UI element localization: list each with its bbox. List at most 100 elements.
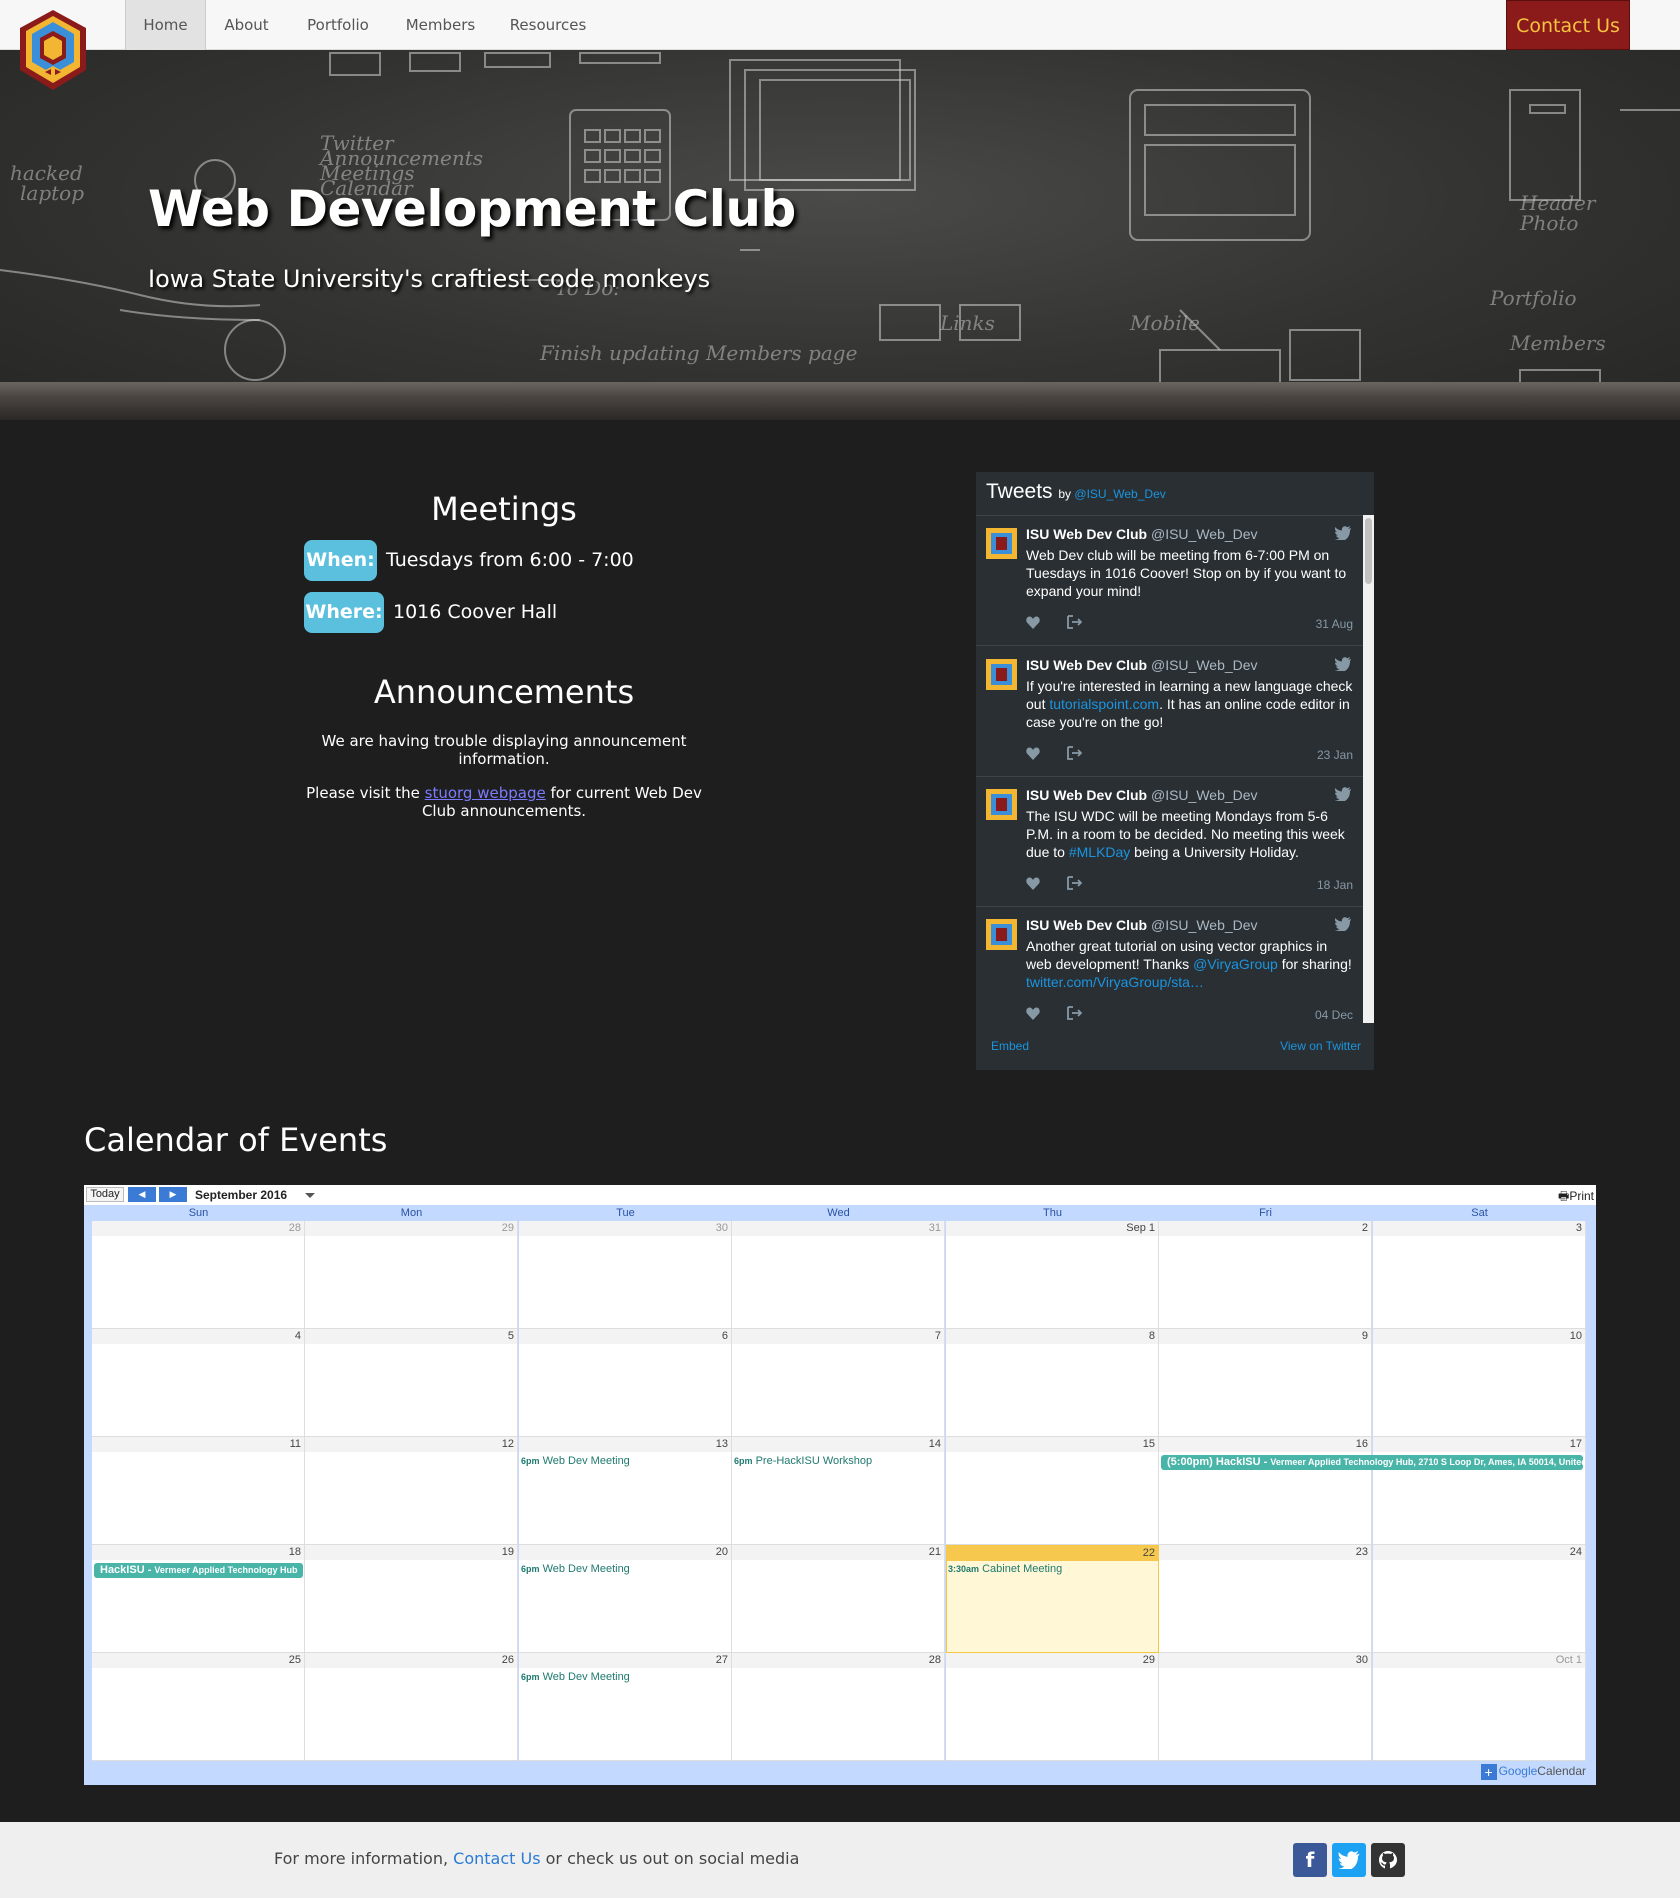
- club-avatar-icon[interactable]: [986, 659, 1017, 690]
- tutorialspoint-link[interactable]: tutorialspoint.com: [1049, 696, 1159, 712]
- like-heart-icon[interactable]: [1026, 877, 1040, 890]
- day-number[interactable]: 2: [1362, 1222, 1368, 1234]
- day-number[interactable]: 10: [1570, 1330, 1582, 1342]
- calendar-day-cell[interactable]: 17: [1373, 1437, 1586, 1545]
- day-number[interactable]: 28: [929, 1654, 941, 1666]
- calendar-day-cell[interactable]: 20: [519, 1545, 732, 1653]
- calendar-event[interactable]: 3:30am Cabinet Meeting: [948, 1563, 1062, 1575]
- calendar-event[interactable]: 6pm Web Dev Meeting: [521, 1671, 630, 1683]
- day-number[interactable]: 27: [716, 1654, 728, 1666]
- like-heart-icon[interactable]: [1026, 616, 1040, 629]
- twitter-bird-icon[interactable]: [1335, 657, 1351, 671]
- prev-month-button[interactable]: ◀: [128, 1187, 156, 1202]
- stuorg-webpage-link[interactable]: stuorg webpage: [425, 784, 546, 802]
- calendar-day-cell[interactable]: 6: [519, 1329, 732, 1437]
- calendar-day-cell[interactable]: 14: [732, 1437, 945, 1545]
- day-number[interactable]: Oct 1: [1556, 1654, 1582, 1666]
- calendar-day-cell[interactable]: 21: [732, 1545, 945, 1653]
- day-number[interactable]: 31: [929, 1222, 941, 1234]
- tweet-date[interactable]: 04 Dec: [1315, 1008, 1353, 1022]
- month-dropdown-caret-icon[interactable]: [305, 1193, 315, 1198]
- calendar-day-cell[interactable]: 27: [519, 1653, 732, 1761]
- tweet-item[interactable]: ISU Web Dev Club @ISU_Web_Dev The ISU WD…: [976, 777, 1363, 907]
- calendar-day-cell[interactable]: 23: [1159, 1545, 1372, 1653]
- contact-us-button[interactable]: Contact Us: [1506, 0, 1630, 50]
- nav-resources[interactable]: Resources: [492, 0, 604, 50]
- day-number[interactable]: 12: [502, 1438, 514, 1450]
- viryagroup-mention-link[interactable]: @ViryaGroup: [1193, 956, 1278, 972]
- tweet-list[interactable]: ISU Web Dev Club @ISU_Web_Dev Web Dev cl…: [976, 515, 1363, 1023]
- calendar-day-cell[interactable]: 13: [519, 1437, 732, 1545]
- mlkday-hashtag-link[interactable]: #MLKDay: [1069, 844, 1130, 860]
- day-number[interactable]: 18: [289, 1546, 301, 1558]
- twitter-icon[interactable]: [1332, 1843, 1366, 1877]
- day-number[interactable]: 20: [716, 1546, 728, 1558]
- today-button[interactable]: Today: [86, 1187, 124, 1202]
- calendar-day-cell[interactable]: 8: [946, 1329, 1159, 1437]
- tweet-author[interactable]: ISU Web Dev Club @ISU_Web_Dev: [1026, 526, 1258, 542]
- day-number[interactable]: 15: [1143, 1438, 1155, 1450]
- day-number[interactable]: 29: [1143, 1654, 1155, 1666]
- calendar-day-cell[interactable]: Sep 1: [946, 1221, 1159, 1329]
- day-number[interactable]: 17: [1570, 1438, 1582, 1450]
- club-avatar-icon[interactable]: [986, 919, 1017, 950]
- calendar-day-cell[interactable]: 4: [92, 1329, 305, 1437]
- day-number[interactable]: 29: [502, 1222, 514, 1234]
- calendar-day-cell[interactable]: 10: [1373, 1329, 1586, 1437]
- twitter-handle-link[interactable]: @ISU_Web_Dev: [1074, 487, 1165, 501]
- nav-home[interactable]: Home: [125, 0, 206, 50]
- calendar-day-cell[interactable]: 19: [305, 1545, 518, 1653]
- tweet-author[interactable]: ISU Web Dev Club @ISU_Web_Dev: [1026, 657, 1258, 673]
- tweet-date[interactable]: 31 Aug: [1316, 617, 1353, 631]
- calendar-day-cell[interactable]: 26: [305, 1653, 518, 1761]
- calendar-day-cell[interactable]: 22: [946, 1545, 1159, 1653]
- twitter-bird-icon[interactable]: [1335, 787, 1351, 801]
- calendar-day-cell[interactable]: 30: [519, 1221, 732, 1329]
- calendar-multiday-event[interactable]: (5:00pm) HackISU - Vermeer Applied Techn…: [1161, 1455, 1583, 1470]
- calendar-day-cell[interactable]: 16: [1159, 1437, 1372, 1545]
- viryagroup-status-link[interactable]: twitter.com/ViryaGroup/sta…: [1026, 974, 1204, 990]
- share-icon[interactable]: [1066, 746, 1082, 760]
- day-number[interactable]: 6: [722, 1330, 728, 1342]
- twitter-bird-icon[interactable]: [1335, 526, 1351, 540]
- calendar-day-cell[interactable]: 29: [946, 1653, 1159, 1761]
- calendar-day-cell[interactable]: 30: [1159, 1653, 1372, 1761]
- calendar-event[interactable]: 6pm Web Dev Meeting: [521, 1455, 630, 1467]
- facebook-icon[interactable]: f: [1293, 1843, 1327, 1877]
- day-number[interactable]: 8: [1149, 1330, 1155, 1342]
- club-avatar-icon[interactable]: [986, 528, 1017, 559]
- day-number[interactable]: 25: [289, 1654, 301, 1666]
- calendar-multiday-event[interactable]: HackISU - Vermeer Applied Technology Hub: [94, 1563, 303, 1578]
- calendar-day-cell[interactable]: 12: [305, 1437, 518, 1545]
- calendar-day-cell[interactable]: 29: [305, 1221, 518, 1329]
- share-icon[interactable]: [1066, 1006, 1082, 1020]
- calendar-day-cell[interactable]: 25: [92, 1653, 305, 1761]
- like-heart-icon[interactable]: [1026, 747, 1040, 760]
- calendar-event[interactable]: 6pm Pre-HackISU Workshop: [734, 1455, 872, 1467]
- day-number[interactable]: 9: [1362, 1330, 1368, 1342]
- nav-about[interactable]: About: [206, 0, 287, 50]
- calendar-day-cell[interactable]: 28: [732, 1653, 945, 1761]
- day-number[interactable]: 7: [935, 1330, 941, 1342]
- calendar-day-cell[interactable]: 24: [1373, 1545, 1586, 1653]
- wdc-logo-icon[interactable]: [18, 8, 88, 92]
- calendar-event[interactable]: 6pm Web Dev Meeting: [521, 1563, 630, 1575]
- tweet-date[interactable]: 18 Jan: [1317, 878, 1353, 892]
- day-number[interactable]: 13: [716, 1438, 728, 1450]
- nav-portfolio[interactable]: Portfolio: [287, 0, 389, 50]
- tweet-item[interactable]: ISU Web Dev Club @ISU_Web_Dev Web Dev cl…: [976, 516, 1363, 646]
- share-icon[interactable]: [1066, 876, 1082, 890]
- calendar-day-cell[interactable]: 7: [732, 1329, 945, 1437]
- day-number[interactable]: 30: [1356, 1654, 1368, 1666]
- tweet-list-scrollbar[interactable]: [1363, 515, 1374, 1023]
- calendar-day-cell[interactable]: 28: [92, 1221, 305, 1329]
- scrollbar-thumb[interactable]: [1365, 518, 1372, 584]
- tweet-item[interactable]: ISU Web Dev Club @ISU_Web_Dev Another gr…: [976, 907, 1363, 1023]
- embed-link[interactable]: Embed: [991, 1039, 1029, 1053]
- day-number[interactable]: 11: [290, 1438, 301, 1450]
- like-heart-icon[interactable]: [1026, 1007, 1040, 1020]
- day-number[interactable]: 4: [295, 1330, 301, 1342]
- day-number[interactable]: 23: [1356, 1546, 1368, 1558]
- day-number[interactable]: 5: [508, 1330, 514, 1342]
- tweet-author[interactable]: ISU Web Dev Club @ISU_Web_Dev: [1026, 787, 1258, 803]
